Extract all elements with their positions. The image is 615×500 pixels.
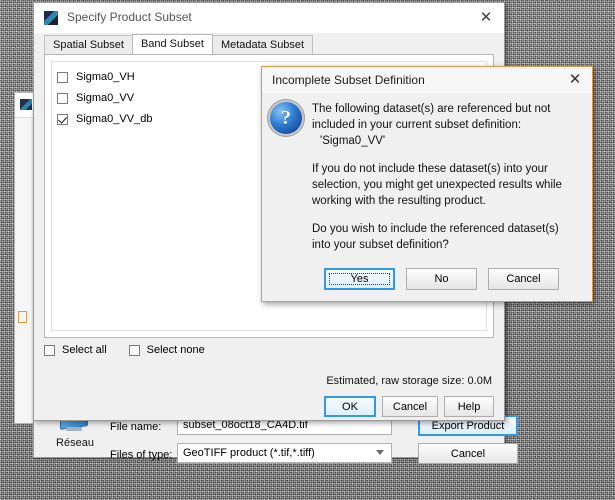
tab-band-subset[interactable]: Band Subset	[131, 34, 213, 54]
band-checkbox-sigma0-vv-db[interactable]	[57, 113, 68, 125]
band-item-sigma0-vh[interactable]: Sigma0_VH	[57, 71, 135, 83]
help-button[interactable]: Help	[444, 396, 494, 417]
chevron-down-icon	[376, 450, 384, 455]
subset-window-title: Specify Product Subset	[67, 10, 192, 24]
select-none-control[interactable]: Select none	[128, 344, 205, 356]
select-all-checkbox[interactable]	[44, 344, 55, 356]
file-type-select[interactable]: GeoTIFF product (*.tif,*.tiff)	[177, 443, 392, 463]
modal-cancel-button[interactable]: Cancel	[488, 268, 559, 290]
yes-label: Yes	[350, 273, 369, 285]
help-label: Help	[457, 400, 481, 413]
file-type-label: Files of type:	[110, 449, 173, 461]
band-label-sigma0-vh: Sigma0_VH	[76, 71, 135, 83]
incomplete-subset-definition-dialog: Incomplete Subset Definition ✕ ? The fol…	[261, 66, 593, 302]
ok-label: OK	[342, 400, 358, 413]
export-product-label: Export Product	[431, 419, 505, 432]
file-dialog-cancel-button[interactable]: Cancel	[418, 443, 518, 464]
snap-app-icon	[19, 98, 33, 111]
modal-paragraph-1: The following dataset(s) are referenced …	[312, 103, 551, 131]
subset-window-buttons: OK Cancel Help	[324, 396, 494, 417]
subset-cancel-button[interactable]: Cancel	[382, 396, 438, 417]
band-item-sigma0-vv[interactable]: Sigma0_VV	[57, 92, 134, 104]
modal-title: Incomplete Subset Definition	[272, 73, 425, 87]
subset-cancel-label: Cancel	[392, 400, 428, 413]
band-item-sigma0-vv-db[interactable]: Sigma0_VV_db	[57, 113, 152, 125]
file-name-label: File name:	[110, 421, 162, 433]
tab-metadata-subset[interactable]: Metadata Subset	[211, 35, 314, 54]
file-type-value: GeoTIFF product (*.tif,*.tiff)	[183, 447, 315, 459]
modal-close-icon[interactable]: ✕	[565, 70, 585, 90]
select-none-label: Select none	[146, 344, 205, 356]
close-icon[interactable]: ✕	[476, 8, 496, 28]
band-label-sigma0-vv: Sigma0_VV	[76, 92, 135, 104]
modal-dataset-name: 'Sigma0_VV'	[320, 135, 386, 147]
storage-size-text: Estimated, raw storage size: 0.0M	[326, 375, 492, 387]
select-none-checkbox[interactable]	[128, 344, 140, 356]
select-all-control[interactable]: Select all	[44, 344, 107, 356]
band-label-sigma0-vv-db: Sigma0_VV_db	[76, 113, 153, 125]
subset-window-titlebar: Specify Product Subset ✕	[34, 3, 504, 33]
background-window-field	[18, 311, 27, 323]
modal-message: The following dataset(s) are referenced …	[312, 101, 580, 265]
file-dialog-cancel-label: Cancel	[450, 447, 486, 460]
ok-button[interactable]: OK	[324, 396, 376, 417]
snap-app-icon	[43, 10, 59, 26]
question-mark-icon: ?	[270, 102, 302, 134]
select-all-label: Select all	[62, 344, 107, 356]
band-checkbox-sigma0-vh[interactable]	[57, 71, 68, 83]
selection-controls: Select all Select none	[44, 344, 205, 356]
no-button[interactable]: No	[406, 268, 477, 290]
subset-tabs: Spatial Subset Band Subset Metadata Subs…	[44, 33, 314, 54]
modal-paragraph-3: Do you wish to include the referenced da…	[312, 223, 559, 251]
shortcut-reseau-label: Réseau	[56, 437, 94, 449]
modal-paragraph-2: If you do not include these dataset(s) i…	[312, 163, 562, 207]
tab-spatial-subset[interactable]: Spatial Subset	[44, 35, 133, 54]
yes-button[interactable]: Yes	[324, 268, 395, 290]
modal-titlebar: Incomplete Subset Definition ✕	[262, 67, 592, 93]
no-label: No	[434, 273, 449, 285]
band-checkbox-sigma0-vv[interactable]	[57, 92, 68, 104]
modal-buttons: Yes No Cancel	[324, 268, 559, 290]
modal-cancel-label: Cancel	[506, 273, 541, 285]
